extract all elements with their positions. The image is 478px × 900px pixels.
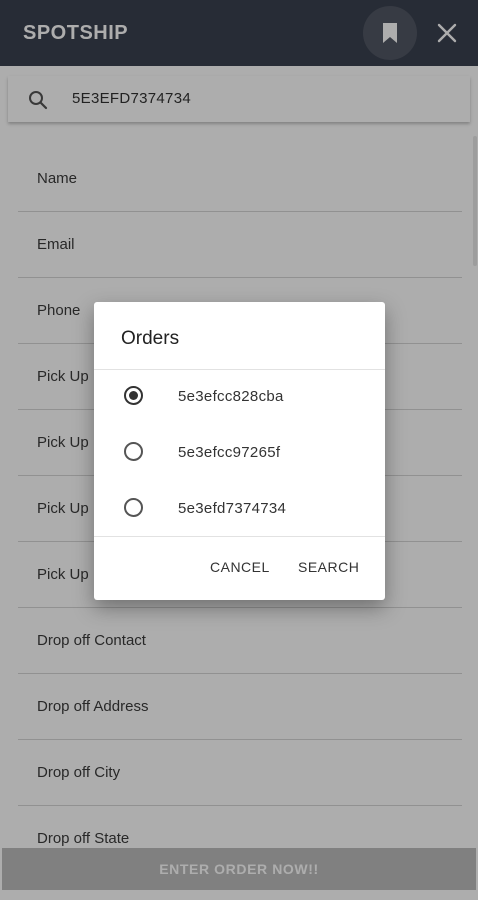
search-button[interactable]: SEARCH — [298, 559, 359, 575]
order-option-label: 5e3efcc97265f — [178, 444, 281, 461]
order-option-label: 5e3efd7374734 — [178, 500, 287, 517]
order-option-label: 5e3efcc828cba — [178, 388, 284, 405]
order-option-1[interactable]: 5e3efcc828cba — [94, 370, 385, 426]
radio-checked-icon[interactable] — [124, 386, 143, 405]
order-option-2[interactable]: 5e3efcc97265f — [94, 426, 385, 482]
radio-unchecked-icon[interactable] — [124, 442, 143, 461]
order-option-3[interactable]: 5e3efd7374734 — [94, 482, 385, 538]
orders-dialog: Orders 5e3efcc828cba 5e3efcc97265f 5e3ef… — [94, 302, 385, 600]
app-root: SPOTSHIP 5E3EFD7374734 Name Email Phone … — [0, 0, 478, 900]
radio-unchecked-icon[interactable] — [124, 498, 143, 517]
dialog-title: Orders — [121, 328, 180, 349]
divider — [94, 536, 385, 537]
cancel-button[interactable]: CANCEL — [210, 559, 270, 575]
